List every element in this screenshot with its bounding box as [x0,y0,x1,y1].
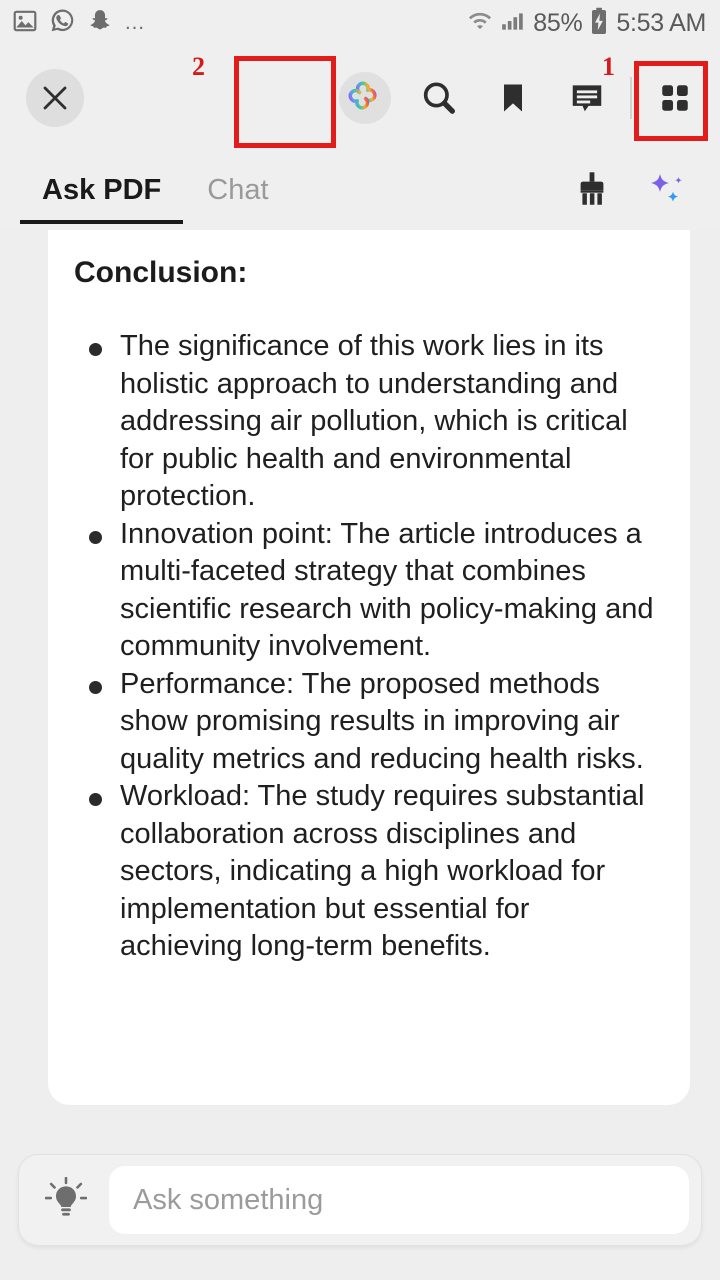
brush-button[interactable] [562,160,622,220]
search-icon [423,82,455,114]
whatsapp-icon [49,7,76,39]
gallery-icon [12,8,38,39]
comment-icon [572,85,602,112]
app-screen: … 85% 5:53 AM 2 1 Ask PDF Chat Conclusio… [0,0,720,1280]
grid-icon [662,85,688,111]
toolbar-divider [630,77,632,119]
wifi-icon [467,8,493,39]
answer-card: Conclusion: The significance of this wor… [48,230,690,1105]
bookmark-button[interactable] [476,61,550,135]
answer-bullet-list: The significance of this work lies in it… [72,328,660,966]
clock-label: 5:53 AM [616,8,706,37]
list-item: Innovation point: The article introduces… [72,516,660,666]
ask-input[interactable]: Ask something [109,1166,689,1234]
bookmark-icon [504,84,522,112]
ai-sparkle-button[interactable] [636,160,696,220]
suggestions-button[interactable] [29,1163,103,1237]
tab-chat-label: Chat [207,173,269,206]
answer-heading: Conclusion: [74,256,248,289]
tab-chat[interactable]: Chat [201,150,274,230]
snapchat-icon [87,8,113,39]
brush-icon [580,172,604,205]
mode-tabbar: Ask PDF Chat [0,150,720,230]
status-bar-notifications: … [12,7,147,39]
battery-percent-label: 85% [533,8,583,37]
ai-assistant-logo-button[interactable] [328,61,402,135]
close-button[interactable] [26,69,84,127]
composer-bar: Ask something [0,1120,720,1280]
status-bar-system: 85% 5:53 AM [467,7,706,40]
cellular-signal-icon [500,8,526,39]
ask-input-placeholder: Ask something [133,1183,324,1216]
list-item: The significance of this work lies in it… [72,328,660,516]
more-dots-icon: … [124,11,147,34]
list-item: Workload: The study requires substantial… [72,778,660,966]
answer-scroll-area[interactable]: Conclusion: The significance of this wor… [0,230,720,1120]
close-icon [43,86,67,110]
clover-logo-icon [348,81,377,110]
pdf-toolbar: 2 1 [0,46,720,150]
grid-view-button[interactable] [638,61,712,135]
tab-ask-pdf[interactable]: Ask PDF [19,150,184,230]
composer-shell: Ask something [18,1154,702,1246]
annotation-box-2 [234,56,336,148]
annotation-number-1: 1 [602,52,615,81]
status-bar: … 85% 5:53 AM [0,0,720,46]
list-item: Performance: The proposed methods show p… [72,666,660,779]
battery-charging-icon [589,7,609,40]
lightbulb-icon [45,1177,87,1216]
sparkle-icon [651,174,682,202]
annotation-number-2: 2 [192,52,205,81]
tab-ask-pdf-label: Ask PDF [42,173,162,206]
ai-logo-circle [339,72,391,124]
search-button[interactable] [402,61,476,135]
